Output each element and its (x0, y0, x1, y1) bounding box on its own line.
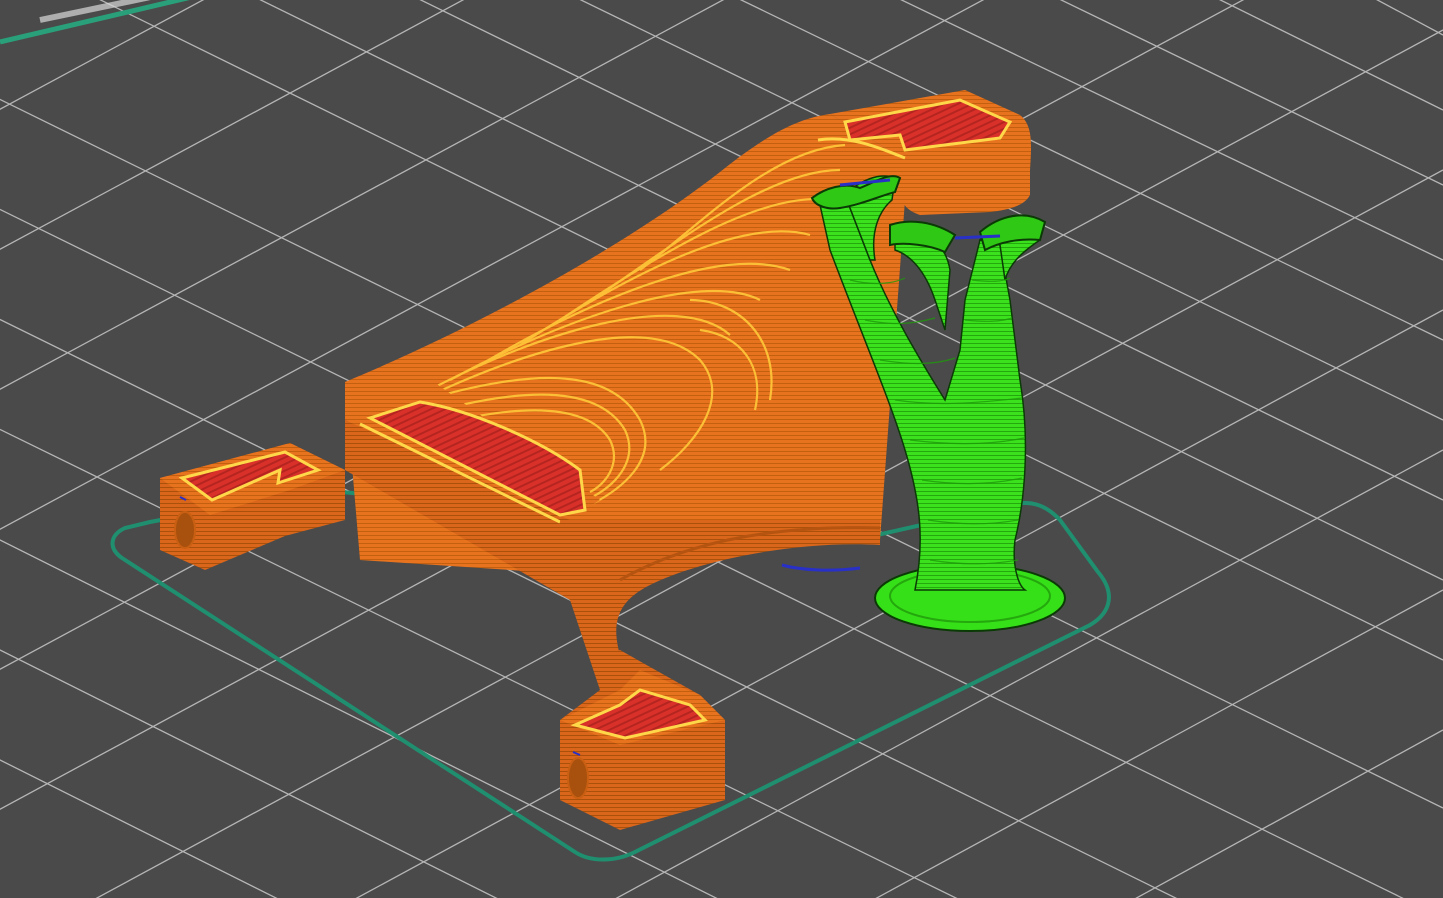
left-mount-hole (174, 511, 196, 549)
3d-preview-viewport[interactable] (0, 0, 1443, 898)
bottom-mount-hole (567, 757, 589, 799)
3d-scene[interactable] (0, 0, 1443, 898)
